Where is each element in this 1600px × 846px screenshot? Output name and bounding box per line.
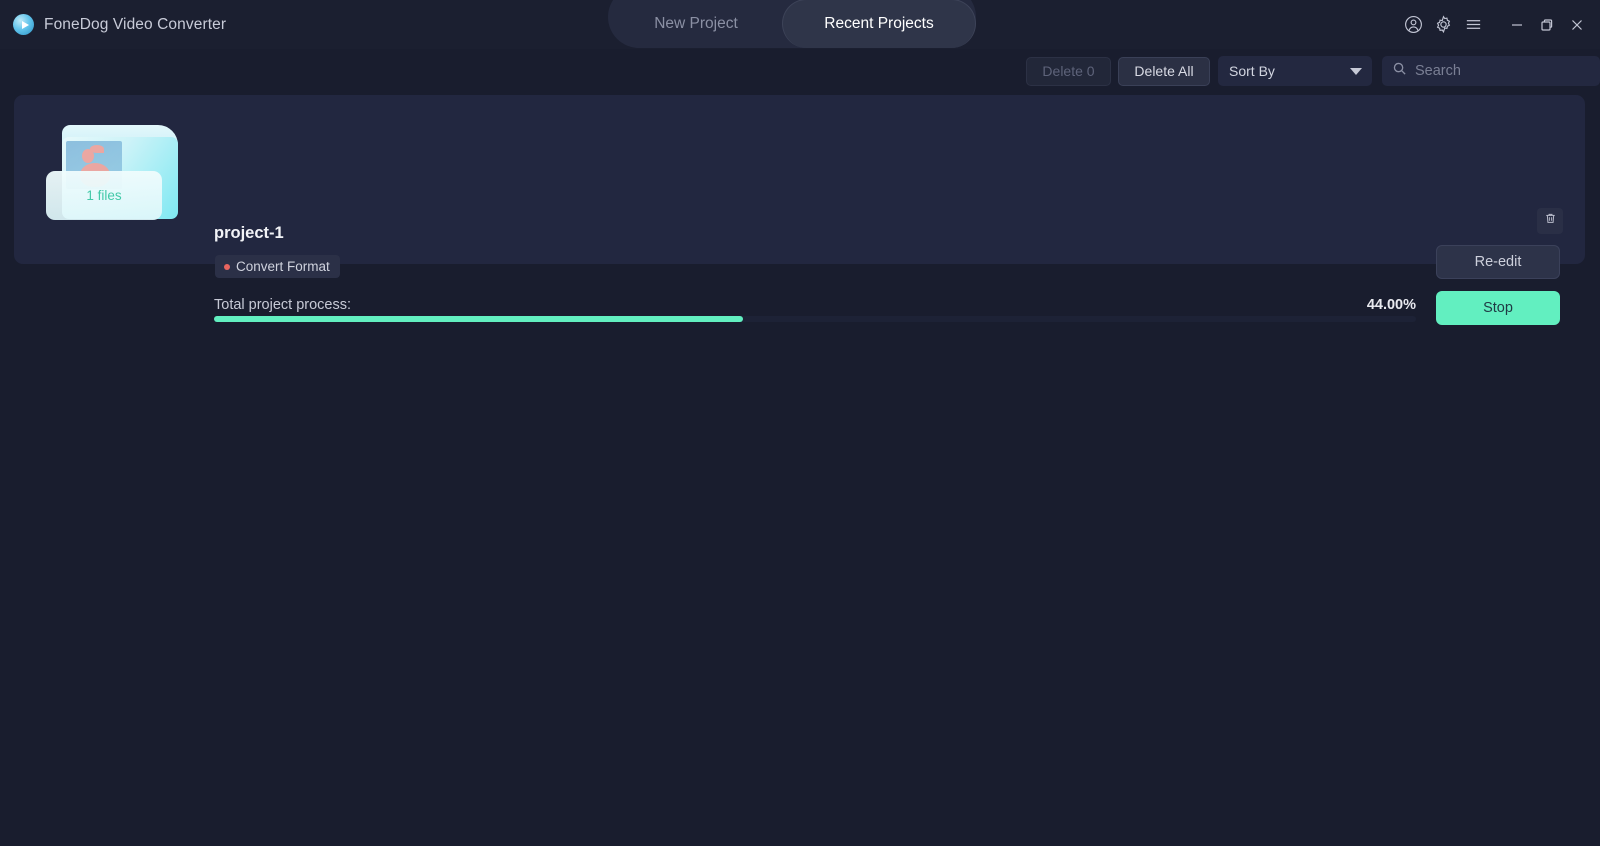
folder-thumbnail-icon: 1 files (44, 119, 190, 229)
maximize-restore-icon[interactable] (1532, 10, 1562, 40)
delete-all-button[interactable]: Delete All (1118, 56, 1210, 86)
projects-toolbar: Delete 0 Delete All Sort By Search (0, 52, 1600, 90)
delete-selected-label: Delete 0 (1042, 63, 1095, 79)
delete-project-button[interactable] (1537, 208, 1563, 234)
delete-all-label: Delete All (1134, 63, 1194, 79)
project-name: project-1 (214, 224, 284, 242)
status-dot-icon (224, 263, 230, 270)
minimize-icon[interactable] (1502, 10, 1532, 40)
window-controls (1398, 0, 1600, 49)
file-count-label: 1 files (86, 188, 122, 203)
progress-bar-track (214, 316, 1416, 322)
delete-selected-button[interactable]: Delete 0 (1026, 56, 1111, 86)
progress-bar-fill (214, 316, 743, 322)
sort-by-dropdown[interactable]: Sort By (1218, 56, 1372, 86)
tab-recent-projects[interactable]: Recent Projects (782, 0, 976, 48)
progress-label: Total project process: (214, 297, 352, 313)
hamburger-menu-icon[interactable] (1458, 10, 1488, 40)
re-edit-button[interactable]: Re-edit (1436, 245, 1560, 279)
chevron-down-icon (1350, 67, 1362, 75)
tab-new-project-label: New Project (654, 15, 738, 32)
search-input[interactable]: Search (1382, 56, 1600, 86)
search-placeholder: Search (1415, 63, 1461, 79)
status-badge: Convert Format (215, 255, 340, 278)
stop-label: Stop (1483, 300, 1513, 316)
account-icon[interactable] (1398, 10, 1428, 40)
folder-front-panel: 1 files (46, 171, 162, 220)
status-badge-label: Convert Format (236, 259, 330, 274)
re-edit-label: Re-edit (1474, 254, 1522, 270)
search-icon (1392, 61, 1407, 81)
app-title: FoneDog Video Converter (44, 15, 227, 33)
play-circle-icon (13, 14, 34, 35)
stop-button[interactable]: Stop (1436, 291, 1560, 325)
project-card[interactable]: 1 files project-1 Convert Format Total p… (14, 95, 1585, 325)
progress-percent: 44.00% (1366, 297, 1416, 313)
gear-icon[interactable] (1428, 10, 1458, 40)
tab-bar: New Project Recent Projects (608, 0, 976, 48)
sort-by-label: Sort By (1229, 63, 1275, 79)
tab-recent-projects-label: Recent Projects (824, 15, 934, 32)
close-icon[interactable] (1562, 10, 1592, 40)
app-brand: FoneDog Video Converter (0, 14, 226, 35)
trash-icon (1544, 212, 1557, 230)
tab-new-project[interactable]: New Project (610, 0, 782, 48)
